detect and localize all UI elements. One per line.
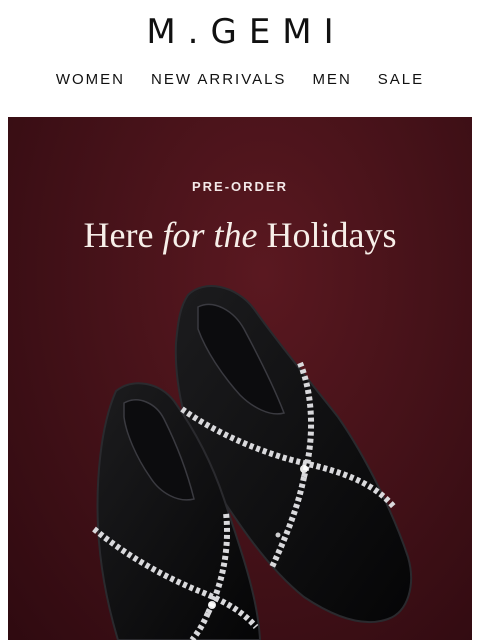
hero-eyebrow: PRE-ORDER [191,179,288,194]
headline-italic: for the [162,215,258,255]
email-header: M.GEMI WOMEN NEW ARRIVALS MEN SALE [0,0,480,116]
hero-banner[interactable]: PRE-ORDER Here for the Holidays [8,117,472,640]
hero-headline: Here for the Holidays [8,213,472,257]
nav-item-women[interactable]: WOMEN [56,70,125,90]
headline-part-1: Here [83,215,163,255]
headline-part-2: Holidays [257,215,397,255]
main-nav: WOMEN NEW ARRIVALS MEN SALE [0,70,480,90]
nav-item-new-arrivals[interactable]: NEW ARRIVALS [151,70,286,90]
nav-item-sale[interactable]: SALE [378,70,424,90]
shoes-product-image [92,285,413,640]
nav-item-men[interactable]: MEN [312,70,351,90]
brand-logo[interactable]: M.GEMI [0,12,480,52]
